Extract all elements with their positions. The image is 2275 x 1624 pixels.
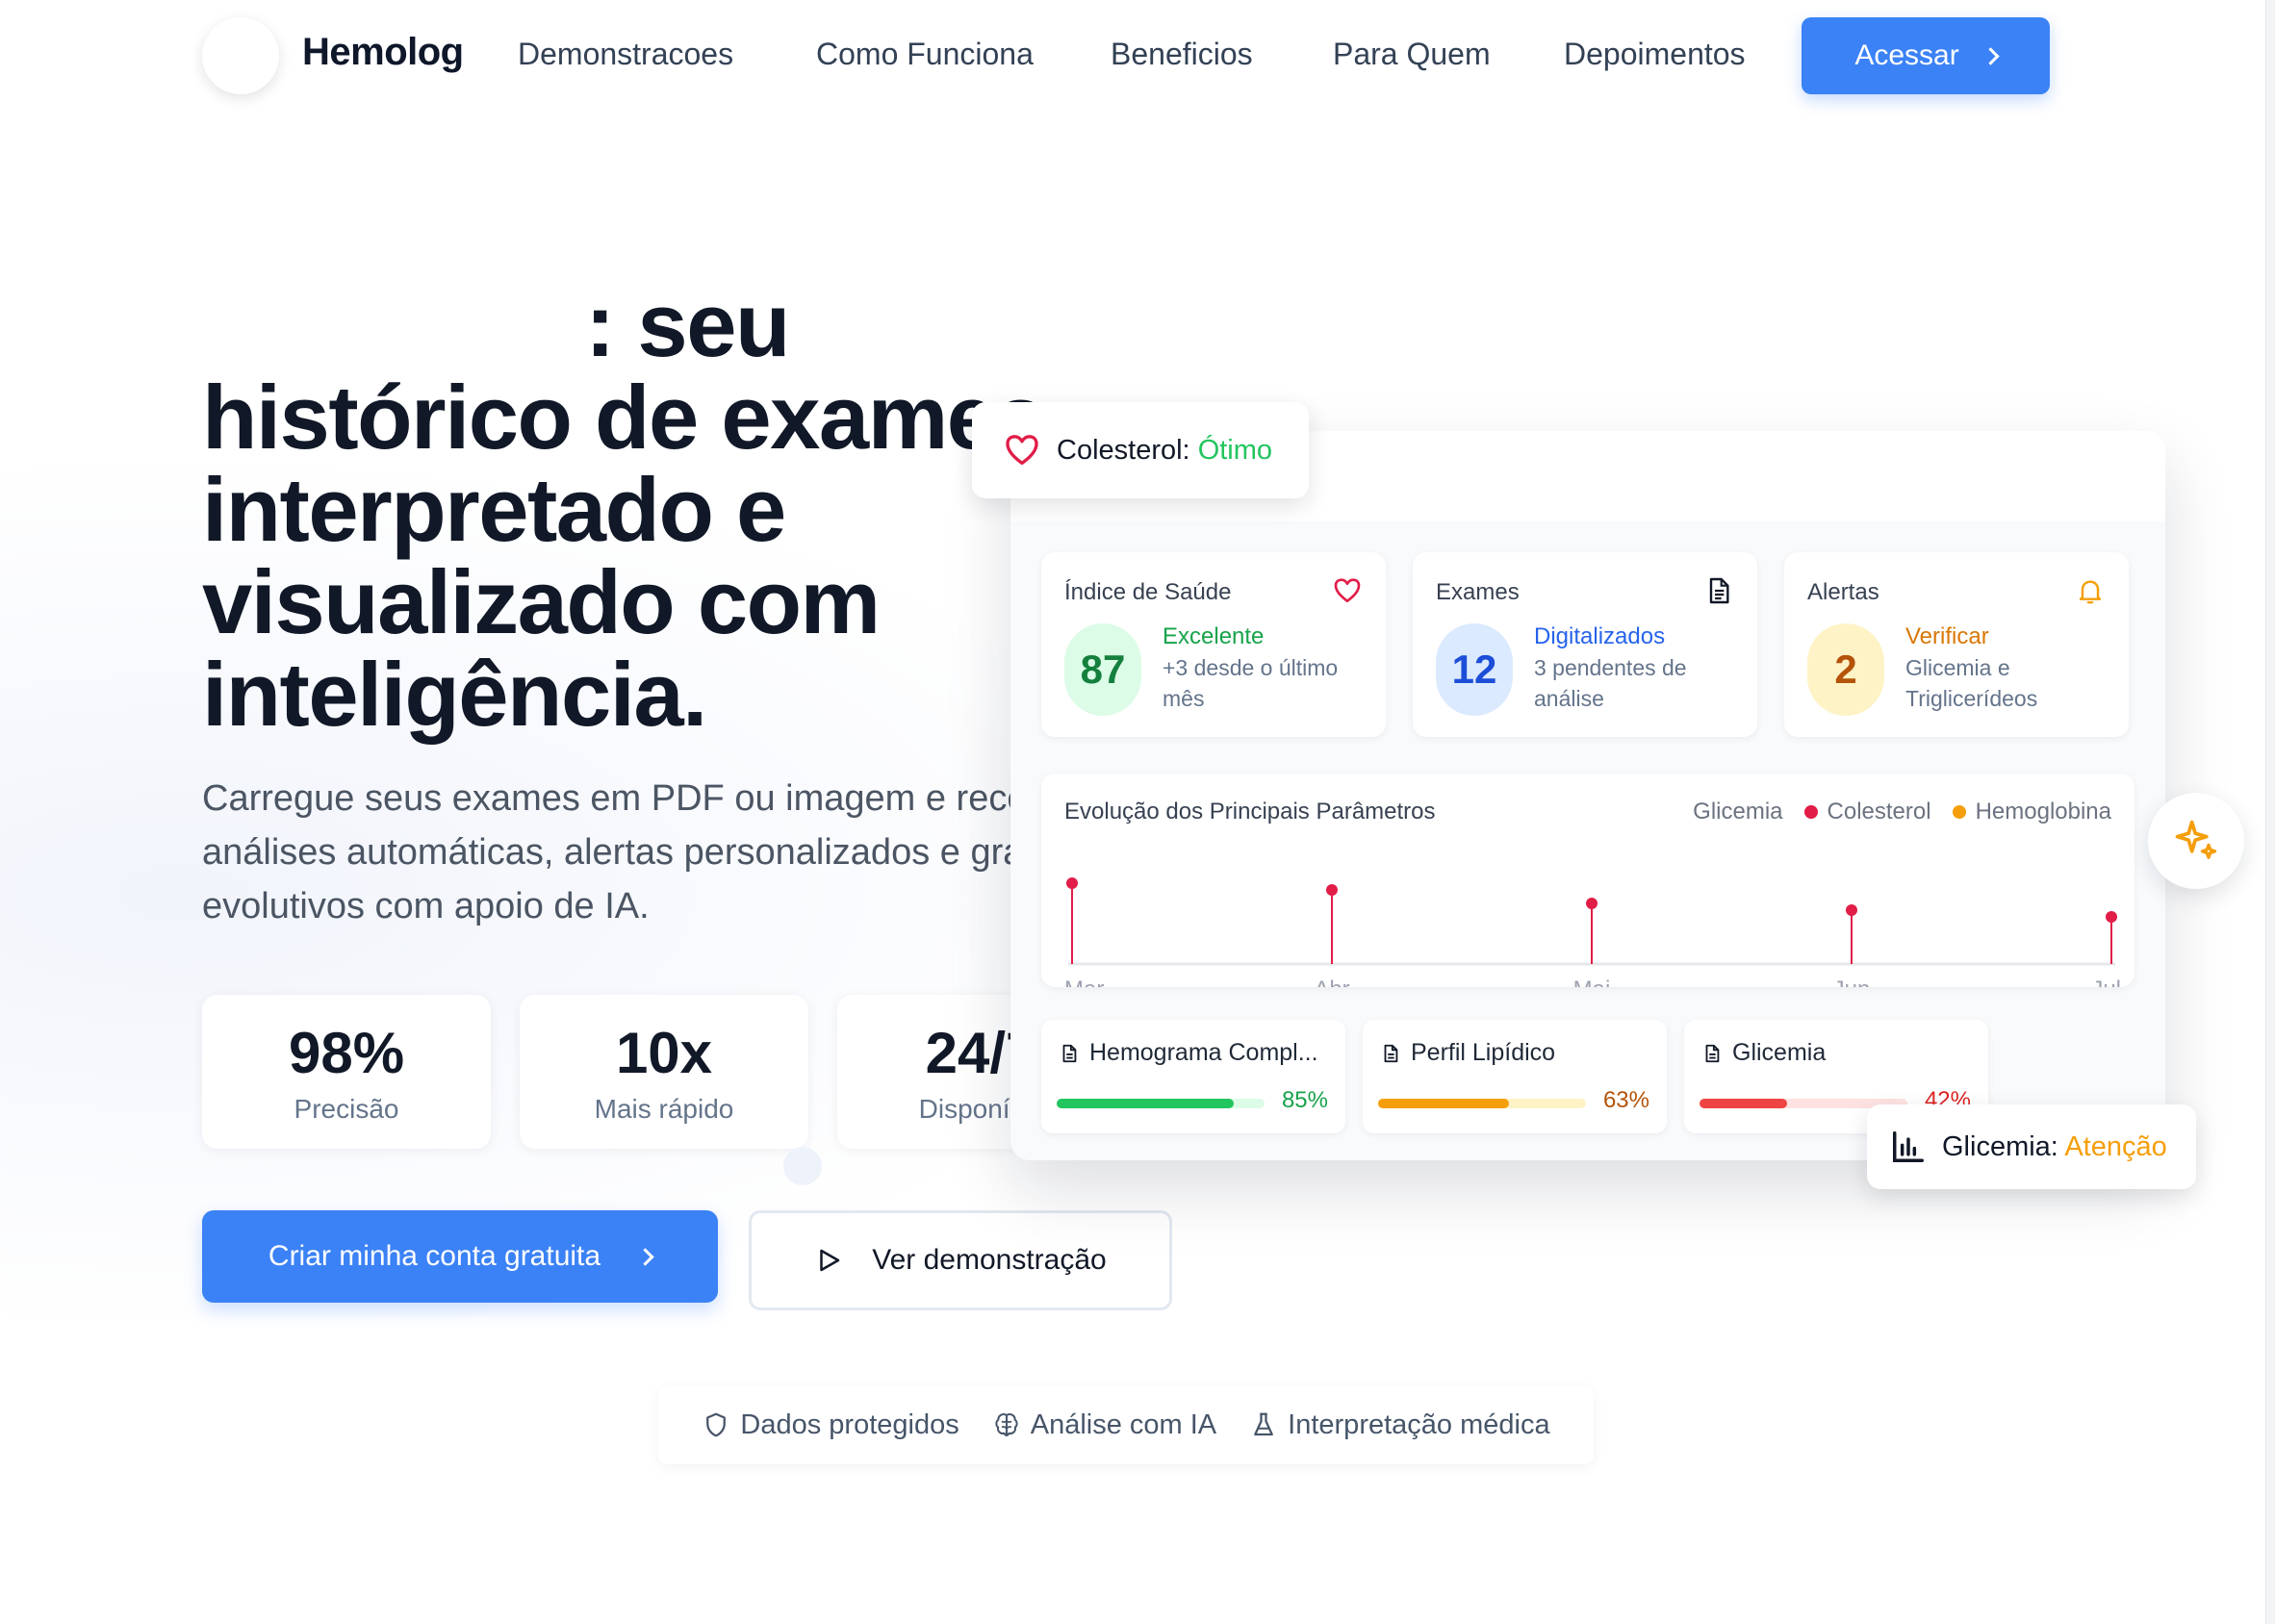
parameters-chart[interactable]: Evolução dos Principais Parâmetros Glice… bbox=[1041, 774, 2134, 987]
chart-x-tick-label: Abr bbox=[1314, 977, 1349, 987]
stat-card-rapido: 10x Mais rápido bbox=[520, 995, 808, 1149]
flask-icon bbox=[1254, 1412, 1274, 1436]
acessar-button[interactable]: Acessar bbox=[1802, 17, 2050, 94]
card-description: Glicemia e Triglicerídeos bbox=[1905, 655, 2038, 711]
headline-rest: histórico de exames interpretado e visua… bbox=[202, 367, 1046, 745]
document-icon bbox=[1062, 1044, 1077, 1062]
chart-plot: Mar Abr Mai Jun Jul bbox=[1064, 877, 2121, 987]
feature-label: Interpretação médica bbox=[1288, 1408, 1550, 1440]
nav-link-como-funciona[interactable]: Como Funciona bbox=[816, 37, 1034, 72]
watch-demo-label: Ver demonstração bbox=[872, 1244, 1107, 1276]
acessar-label: Acessar bbox=[1854, 39, 1959, 71]
exam-name: Glicemia bbox=[1732, 1039, 1827, 1066]
feature-interpretacao-medica: Interpretação médica bbox=[1249, 1408, 1550, 1441]
card-status: Verificar bbox=[1905, 623, 1989, 649]
chart-x-tick-label: Jun bbox=[1833, 977, 1871, 987]
chart-point[interactable] bbox=[1846, 904, 1857, 916]
badge-label: Glicemia: bbox=[1942, 1130, 2058, 1162]
chart-point[interactable] bbox=[2106, 911, 2117, 923]
nav-link-para-quem[interactable]: Para Quem bbox=[1333, 37, 1491, 72]
top-navigation: Hemolog Demonstracoes Como Funciona Bene… bbox=[0, 0, 2275, 115]
nav-link-beneficios[interactable]: Beneficios bbox=[1111, 37, 1253, 72]
document-icon bbox=[1384, 1044, 1398, 1062]
card-title: Exames bbox=[1436, 579, 1520, 605]
stat-card-precisao: 98% Precisão bbox=[202, 995, 491, 1149]
card-status: Digitalizados bbox=[1534, 623, 1666, 649]
exam-title: Glicemia bbox=[1701, 1039, 1826, 1067]
exam-name: Hemograma Compl... bbox=[1089, 1039, 1318, 1066]
stat-value: 10x bbox=[615, 1021, 713, 1085]
heart-icon bbox=[1006, 435, 1038, 465]
create-account-label: Criar minha conta gratuita bbox=[268, 1240, 601, 1272]
logo-icon[interactable] bbox=[202, 17, 279, 94]
landing-page: Hemolog Demonstracoes Como Funciona Bene… bbox=[0, 0, 2275, 1624]
heart-icon bbox=[1334, 578, 1361, 602]
badge-text: Glicemia: Atenção bbox=[1942, 1131, 2167, 1163]
card-status: Excelente bbox=[1163, 623, 1265, 649]
document-icon bbox=[1705, 1044, 1720, 1062]
chart-point[interactable] bbox=[1586, 898, 1598, 909]
card-title: Alertas bbox=[1807, 579, 1879, 605]
badge-label: Colesterol: bbox=[1057, 434, 1190, 466]
sparkle-icon bbox=[2175, 820, 2217, 859]
chart-x-tick-label: Mar bbox=[1064, 977, 1104, 987]
feature-analise-ia: Análise com IA bbox=[992, 1409, 1216, 1441]
exam-title: Hemograma Compl... bbox=[1059, 1039, 1318, 1067]
watch-demo-button[interactable]: Ver demonstração bbox=[749, 1210, 1172, 1310]
create-account-button[interactable]: Criar minha conta gratuita bbox=[202, 1210, 718, 1303]
nav-link-demonstracoes[interactable]: Demonstracoes bbox=[518, 37, 733, 72]
exam-progress-fill bbox=[1378, 1099, 1510, 1108]
brain-icon bbox=[995, 1413, 1018, 1436]
exam-percent: 85% bbox=[1281, 1087, 1328, 1113]
ai-sparkle-button[interactable] bbox=[2148, 793, 2244, 889]
play-icon bbox=[820, 1249, 840, 1272]
chart-x-tick-label: Mai bbox=[1573, 977, 1611, 987]
brand-name[interactable]: Hemolog bbox=[302, 31, 464, 74]
chart-x-tick-label: Jul bbox=[2091, 977, 2121, 987]
chart-point[interactable] bbox=[1066, 877, 1078, 889]
nav-link-depoimentos[interactable]: Depoimentos bbox=[1564, 37, 1746, 72]
exam-title: Perfil Lipídico bbox=[1380, 1039, 1555, 1067]
stat-value: 98% bbox=[288, 1021, 405, 1085]
bell-icon bbox=[2079, 580, 2102, 604]
exam-progress-fill bbox=[1057, 1099, 1234, 1108]
exam-card-perfil-lipidico[interactable]: Perfil Lipídico 63% bbox=[1363, 1020, 1667, 1133]
chevron-right-icon bbox=[1981, 46, 2000, 65]
chevron-right-icon bbox=[636, 1247, 654, 1266]
card-description: +3 desde o último mês bbox=[1163, 655, 1339, 711]
document-icon bbox=[1709, 577, 1729, 604]
health-score: 87 bbox=[1064, 623, 1141, 716]
feature-label: Análise com IA bbox=[1030, 1408, 1217, 1440]
exam-progress-fill bbox=[1700, 1099, 1787, 1108]
trust-features: Dados protegidos Análise com IA Interpre… bbox=[658, 1385, 1594, 1464]
exam-progress-track bbox=[1057, 1099, 1265, 1108]
stat-label: Precisão bbox=[294, 1094, 399, 1124]
badge-value: Atenção bbox=[2064, 1130, 2167, 1162]
card-title: Índice de Saúde bbox=[1064, 579, 1232, 605]
feature-dados-protegidos: Dados protegidos bbox=[702, 1409, 959, 1441]
decorative-dot bbox=[783, 1147, 822, 1185]
exam-percent: 63% bbox=[1602, 1087, 1649, 1113]
colesterol-badge: Colesterol: Ótimo bbox=[972, 402, 1309, 498]
badge-value: Ótimo bbox=[1197, 434, 1273, 466]
feature-label: Dados protegidos bbox=[740, 1408, 959, 1440]
dashboard-preview: Índice de Saúde 87 Excelente +3 desde o … bbox=[1010, 431, 2165, 1160]
headline-line1: : seu bbox=[585, 274, 790, 375]
stat-label: Mais rápido bbox=[594, 1094, 734, 1124]
card-description: 3 pendentes de análise bbox=[1534, 655, 1687, 711]
shield-icon bbox=[706, 1412, 727, 1437]
health-index-card[interactable]: Índice de Saúde 87 Excelente +3 desde o … bbox=[1041, 552, 1386, 737]
exams-count: 12 bbox=[1436, 623, 1513, 716]
exams-card[interactable]: Exames 12 Digitalizados 3 pendentes de a… bbox=[1413, 552, 1757, 737]
badge-text: Colesterol: Ótimo bbox=[1057, 435, 1272, 467]
exam-card-hemograma[interactable]: Hemograma Compl... 85% bbox=[1041, 1020, 1345, 1133]
alerts-card[interactable]: Alertas 2 Verificar Glicemia e Triglicer… bbox=[1784, 552, 2129, 737]
bar-chart-icon bbox=[1893, 1131, 1924, 1162]
glicemia-badge: Glicemia: Atenção bbox=[1867, 1104, 2196, 1189]
alerts-count: 2 bbox=[1807, 623, 1884, 716]
exam-name: Perfil Lipídico bbox=[1411, 1039, 1556, 1066]
exam-progress-track bbox=[1378, 1099, 1586, 1108]
chart-point[interactable] bbox=[1326, 884, 1338, 896]
scrollbar[interactable] bbox=[2265, 0, 2275, 1624]
